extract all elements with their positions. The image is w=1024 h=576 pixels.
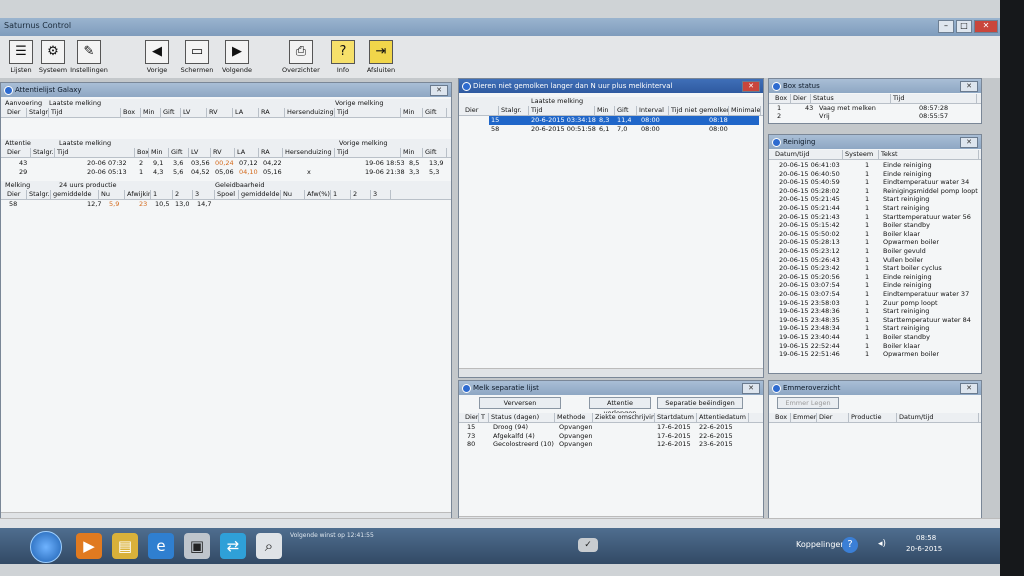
table-row[interactable]: 58 12,7 5,9 23 10,5 13,0 14,7	[1, 200, 451, 209]
teamviewer-icon[interactable]: ⇄	[220, 533, 246, 559]
system-icon: ⚙	[41, 40, 65, 64]
volume-icon[interactable]: ◂)	[878, 539, 886, 549]
cleaning-window: Reiniging ✕ Datum/tijd Systeem Tekst 20-0…	[768, 134, 982, 374]
clock-time: 08:58	[916, 534, 937, 542]
not-milked-window: Dieren niet gemolken langer dan N uur pl…	[458, 78, 764, 378]
workspace-scrollbar[interactable]	[0, 518, 1000, 528]
browser-icon[interactable]: e	[148, 533, 174, 559]
table-row[interactable]: 29 20-06 05:13 1 4,3 5,6 04,52 05,06 04,…	[1, 168, 451, 177]
clock-date: 20-6-2015	[906, 545, 943, 553]
network-icon[interactable]: ▣	[184, 533, 210, 559]
maximize-button[interactable]: □	[956, 20, 972, 33]
box-status-header: Box Dier Status Tijd	[769, 94, 981, 104]
toolbar-vorige-button[interactable]: ◀ Vorige	[138, 40, 176, 76]
separation-cell: 23-6-2015	[699, 440, 733, 449]
arrow-left-icon: ◀	[145, 40, 169, 64]
media-player-icon[interactable]: ▶	[76, 533, 102, 559]
window-icon	[4, 86, 13, 95]
toolbar-afsluiten-button[interactable]: ⇥ Afsluiten	[362, 40, 400, 76]
screens-icon: ▭	[185, 40, 209, 64]
table-row[interactable]: 80 Gecolostreerd (10) Opvangen 12-6-2015 23-…	[459, 440, 763, 449]
taskbar: ▶ ▤ e ▣ ⇄ ⌕ Volgende winst op 12:41:55 ✓…	[0, 528, 1000, 564]
not-milked-header: Dier Stalgr. Tijd Min Gift Interval Tijd…	[459, 106, 763, 116]
help-icon: ?	[331, 40, 355, 64]
status-text: Volgende winst op 12:41:55	[290, 532, 374, 539]
toolbar-instellingen-button[interactable]: ✎ Instellingen	[70, 40, 108, 76]
window-icon	[772, 82, 781, 91]
separation-cell: Gecolostreerd (10)	[493, 440, 554, 449]
close-button[interactable]: ✕	[974, 20, 998, 33]
cleaning-cell: Opwarmen boiler	[883, 350, 940, 359]
main-toolbar: ☰ Lijsten ⚙ Systeem ✎ Instellingen ◀ Vorige …	[0, 36, 1000, 79]
toolbar-info-button[interactable]: ? Info	[324, 40, 362, 76]
window-icon	[462, 82, 471, 91]
attention-title: Attentielijst Galaxy	[15, 86, 82, 94]
bucket-header: Box Emmer Dier Productie Datum/tijd	[769, 413, 981, 423]
cleaning-cell: 19-06-15 22:51:46	[779, 350, 840, 359]
start-button[interactable]	[30, 531, 62, 563]
list-icon: ☰	[9, 40, 33, 64]
box-status-window: Box status ✕ Box Dier Status Tijd 1 43 Va…	[768, 78, 982, 124]
help-tray-icon[interactable]: ?	[842, 537, 858, 553]
window-icon	[462, 384, 471, 393]
app-title: Saturnus Control	[4, 21, 72, 30]
pen-icon: ✎	[77, 40, 101, 64]
box-status-title: Box status	[783, 82, 820, 90]
attention-s2-header: Dier Stalgr. Tijd Box Min Gift LV RV LA …	[1, 148, 451, 158]
window-titlebar: Saturnus Control – □ ✕	[0, 18, 1000, 36]
cleaning-close-button[interactable]: ✕	[960, 137, 978, 148]
separation-title: Melk separatie lijst	[473, 384, 539, 392]
empty-bucket-button[interactable]: Emmer Legen	[777, 397, 839, 409]
end-separation-button[interactable]: Separatie beëindigen	[657, 397, 743, 409]
list-item[interactable]: 19-06-15 22:51:46 1 Opwarmen boiler	[769, 350, 981, 359]
not-milked-scrollbar[interactable]	[459, 368, 763, 377]
attention-s1-header: Dier Stalgr. Tijd Box Min Gift LV RV LA …	[1, 108, 451, 118]
extend-attention-button[interactable]: Attentie verlengen	[589, 397, 651, 417]
attention-close-button[interactable]: ✕	[430, 85, 448, 96]
refresh-button[interactable]: Verversen	[479, 397, 561, 409]
toolbar-systeem-button[interactable]: ⚙ Systeem	[34, 40, 72, 76]
window-icon	[772, 138, 781, 147]
bucket-title: Emmeroverzicht	[783, 384, 841, 392]
window-icon	[772, 384, 781, 393]
table-row[interactable]: 43 20-06 07:32 2 9,1 3,6 03,56 00,24 07,…	[1, 159, 451, 168]
attention-s3-header: Dier Stalgr. gemiddelde Nu Afwijking 1 2…	[1, 190, 451, 200]
workspace: Attentielijst Galaxy ✕ Aanvoering Laatste…	[0, 78, 1000, 528]
magnifier-icon[interactable]: ⌕	[256, 533, 282, 559]
cleaning-header: Datum/tijd Systeem Tekst	[769, 150, 981, 160]
keyboard-icon[interactable]: ✓	[578, 538, 598, 552]
separation-cell: 80	[467, 440, 476, 449]
exit-icon: ⇥	[369, 40, 393, 64]
box-status-close-button[interactable]: ✕	[960, 81, 978, 92]
monitor-bezel	[1000, 0, 1024, 576]
toolbar-overzichten-button[interactable]: ⎙ Overzichten	[282, 40, 320, 76]
separation-cell: Opvangen	[559, 440, 593, 449]
separation-close-button[interactable]: ✕	[742, 383, 760, 394]
minimize-button[interactable]: –	[938, 20, 954, 33]
printer-icon: ⎙	[289, 40, 313, 64]
bucket-close-button[interactable]: ✕	[960, 383, 978, 394]
table-row[interactable]: 15 20-6-2015 03:34:18 8,3 11,4 08:00 08:…	[489, 116, 759, 125]
bucket-window: Emmeroverzicht ✕ Emmer Legen Box Emmer Di…	[768, 380, 982, 522]
attention-window: Attentielijst Galaxy ✕ Aanvoering Laatste…	[0, 82, 452, 522]
tray-label[interactable]: Koppelingen	[796, 540, 845, 549]
not-milked-close-button[interactable]: ✕	[742, 81, 760, 92]
table-row[interactable]: 58 20-6-2015 00:51:58 6,1 7,0 08:00 08:0…	[459, 125, 763, 134]
toolbar-volgende-button[interactable]: ▶ Volgende	[218, 40, 256, 76]
screen: Saturnus Control – □ ✕ ☰ Lijsten ⚙ Systeem…	[0, 0, 1024, 576]
cleaning-cell: 1	[865, 350, 870, 359]
table-row[interactable]: 2 Vrij 08:55:57	[769, 112, 981, 121]
arrow-right-icon: ▶	[225, 40, 249, 64]
separation-header: Dier T Status (dagen) Methode Ziekte oms…	[459, 413, 763, 423]
folder-icon[interactable]: ▤	[112, 533, 138, 559]
toolbar-schermen-button[interactable]: ▭ Schermen	[178, 40, 216, 76]
separation-window: Melk separatie lijst ✕ Verversen Attentie…	[458, 380, 764, 526]
separation-cell: 12-6-2015	[657, 440, 691, 449]
not-milked-title: Dieren niet gemolken langer dan N uur pl…	[473, 82, 673, 90]
cleaning-title: Reiniging	[783, 138, 816, 146]
